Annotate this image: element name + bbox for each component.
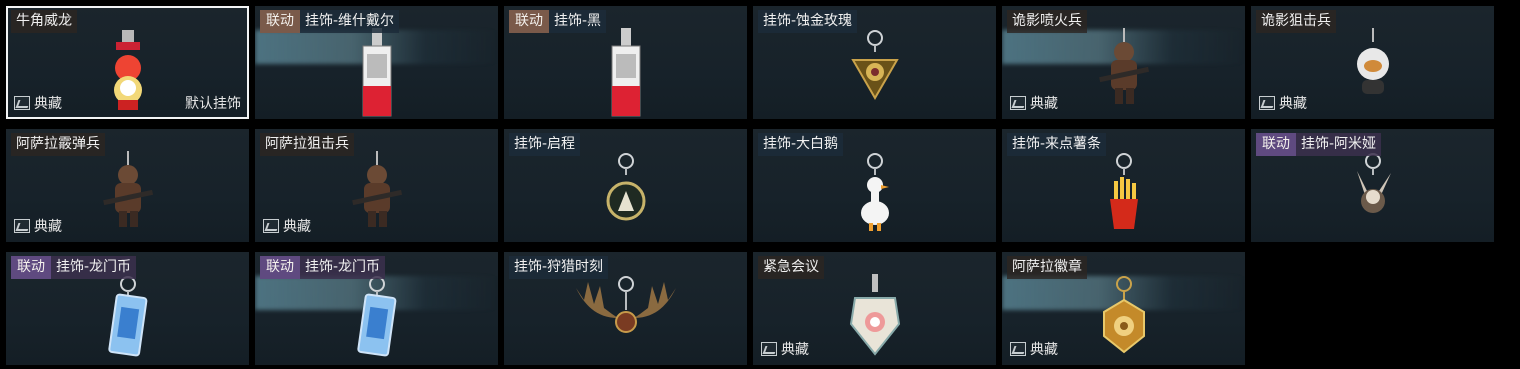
charm-card[interactable]: 挂饰-启程 xyxy=(504,129,747,242)
card-title: 挂饰-蚀金玫瑰 xyxy=(758,10,858,33)
collection-label: 典藏 xyxy=(34,96,62,112)
charm-card[interactable]: 挂饰-来点薯条 xyxy=(1002,129,1245,242)
charm-name: 阿萨拉霰弹兵 xyxy=(11,133,105,156)
card-title: 联动 挂饰-阿米娅 xyxy=(1256,133,1382,156)
charm-card[interactable]: 挂饰-蚀金玫瑰 xyxy=(753,6,996,119)
charm-name: 诡影狙击兵 xyxy=(1256,10,1336,33)
card-title: 联动 挂饰-维什戴尔 xyxy=(260,10,400,33)
antlers-icon xyxy=(566,274,686,358)
soldier-figure-icon xyxy=(93,151,163,235)
blue-card-icon xyxy=(352,274,402,363)
charm-name: 牛角威龙 xyxy=(11,10,77,33)
collection-label: 典藏 xyxy=(1279,96,1307,112)
collection-icon xyxy=(761,342,777,356)
card-title: 联动 挂饰-龙门币 xyxy=(11,256,137,279)
collection-label: 典藏 xyxy=(283,219,311,235)
gold-badge-icon xyxy=(1094,274,1154,363)
card-title: 挂饰-来点薯条 xyxy=(1007,133,1107,156)
charm-card[interactable]: 阿萨拉徽章 典藏 xyxy=(1002,252,1245,365)
card-title: 诡影喷火兵 xyxy=(1007,10,1087,33)
charm-card[interactable]: 诡影狙击兵 典藏 xyxy=(1251,6,1494,119)
card-title: 阿萨拉徽章 xyxy=(1007,256,1087,279)
charm-card[interactable]: 阿萨拉霰弹兵典藏 xyxy=(6,129,249,242)
charm-name: 挂饰-维什戴尔 xyxy=(300,10,400,33)
card-title: 挂饰-狩猎时刻 xyxy=(509,256,609,279)
charm-name: 阿萨拉狙击兵 xyxy=(260,133,354,156)
collab-tag: 联动 xyxy=(11,256,51,279)
charm-name: 挂饰-来点薯条 xyxy=(1007,133,1107,156)
card-title: 挂饰-启程 xyxy=(509,133,581,156)
collection-badge: 典藏 xyxy=(263,216,311,236)
collection-icon xyxy=(1010,342,1026,356)
charm-name: 紧急会议 xyxy=(758,256,824,279)
charm-name: 挂饰-阿米娅 xyxy=(1296,133,1382,156)
charm-card[interactable]: 阿萨拉狙击兵典藏 xyxy=(255,129,498,242)
fries-icon xyxy=(1094,151,1154,240)
charm-name: 阿萨拉徽章 xyxy=(1007,256,1087,279)
collab-tag: 联动 xyxy=(1256,133,1296,156)
charm-card[interactable]: 挂饰-大白鹅 xyxy=(753,129,996,242)
collection-badge: 典藏 xyxy=(1259,93,1307,113)
collection-icon xyxy=(263,219,279,233)
soldier-figure-icon xyxy=(1089,28,1159,112)
charm-card[interactable]: 紧急会议典藏 xyxy=(753,252,996,365)
charm-name: 挂饰-黑 xyxy=(549,10,607,33)
charm-card[interactable]: 联动 挂饰-黑 xyxy=(504,6,747,119)
charm-name: 挂饰-龙门币 xyxy=(51,256,137,279)
shield-badge-icon xyxy=(845,274,905,363)
card-title: 阿萨拉狙击兵 xyxy=(260,133,354,156)
blue-card-icon xyxy=(103,274,153,363)
collection-label: 典藏 xyxy=(34,219,62,235)
card-title: 牛角威龙 xyxy=(11,10,77,33)
red-figure-icon xyxy=(98,28,158,117)
collection-badge: 典藏 xyxy=(14,93,62,113)
charm-name: 挂饰-龙门币 xyxy=(300,256,386,279)
collection-icon xyxy=(1259,96,1275,110)
collection-icon xyxy=(1010,96,1026,110)
collection-label: 典藏 xyxy=(1030,342,1058,358)
tag-card-icon xyxy=(357,28,397,119)
charm-card[interactable]: 挂饰-狩猎时刻 xyxy=(504,252,747,365)
collection-label: 典藏 xyxy=(781,342,809,358)
white-figure-icon xyxy=(1348,28,1398,107)
default-charm-label: 默认挂饰 xyxy=(185,96,241,112)
charm-grid: 牛角威龙 典藏 默认挂饰 联动 挂饰-维什戴尔 联动 挂饰-黑 挂饰-蚀金玫瑰 诡影喷火兵 典藏诡… xyxy=(0,0,1520,369)
collab-tag: 联动 xyxy=(260,256,300,279)
card-title: 阿萨拉霰弹兵 xyxy=(11,133,105,156)
round-medal-icon xyxy=(596,151,656,235)
charm-card[interactable]: 联动 挂饰-维什戴尔 xyxy=(255,6,498,119)
charm-name: 挂饰-大白鹅 xyxy=(758,133,844,156)
charm-name: 挂饰-启程 xyxy=(509,133,581,156)
collection-badge: 典藏 xyxy=(1010,93,1058,113)
charm-card[interactable]: 联动 挂饰-龙门币 xyxy=(255,252,498,365)
soldier-figure-icon xyxy=(342,151,412,235)
charm-card[interactable]: 诡影喷火兵 典藏 xyxy=(1002,6,1245,119)
collection-badge: 典藏 xyxy=(1010,339,1058,359)
gold-rose-icon xyxy=(845,28,905,112)
card-title: 诡影狙击兵 xyxy=(1256,10,1336,33)
charm-name: 挂饰-狩猎时刻 xyxy=(509,256,609,279)
collab-tag: 联动 xyxy=(260,10,300,33)
bunny-icon xyxy=(1343,151,1403,230)
white-goose-icon xyxy=(845,151,905,240)
charm-card[interactable]: 联动 挂饰-阿米娅 xyxy=(1251,129,1494,242)
collection-label: 典藏 xyxy=(1030,96,1058,112)
collection-badge: 典藏 xyxy=(761,339,809,359)
collab-tag: 联动 xyxy=(509,10,549,33)
card-title: 紧急会议 xyxy=(758,256,824,279)
collection-icon xyxy=(14,96,30,110)
charm-card[interactable]: 牛角威龙典藏 默认挂饰 xyxy=(6,6,249,119)
charm-name: 诡影喷火兵 xyxy=(1007,10,1087,33)
card-title: 联动 挂饰-龙门币 xyxy=(260,256,386,279)
card-title: 联动 挂饰-黑 xyxy=(509,10,607,33)
card-title: 挂饰-大白鹅 xyxy=(758,133,844,156)
collection-badge: 典藏 xyxy=(14,216,62,236)
collection-icon xyxy=(14,219,30,233)
charm-card[interactable]: 联动 挂饰-龙门币 xyxy=(6,252,249,365)
tag-card-icon xyxy=(606,28,646,119)
charm-name: 挂饰-蚀金玫瑰 xyxy=(758,10,858,33)
